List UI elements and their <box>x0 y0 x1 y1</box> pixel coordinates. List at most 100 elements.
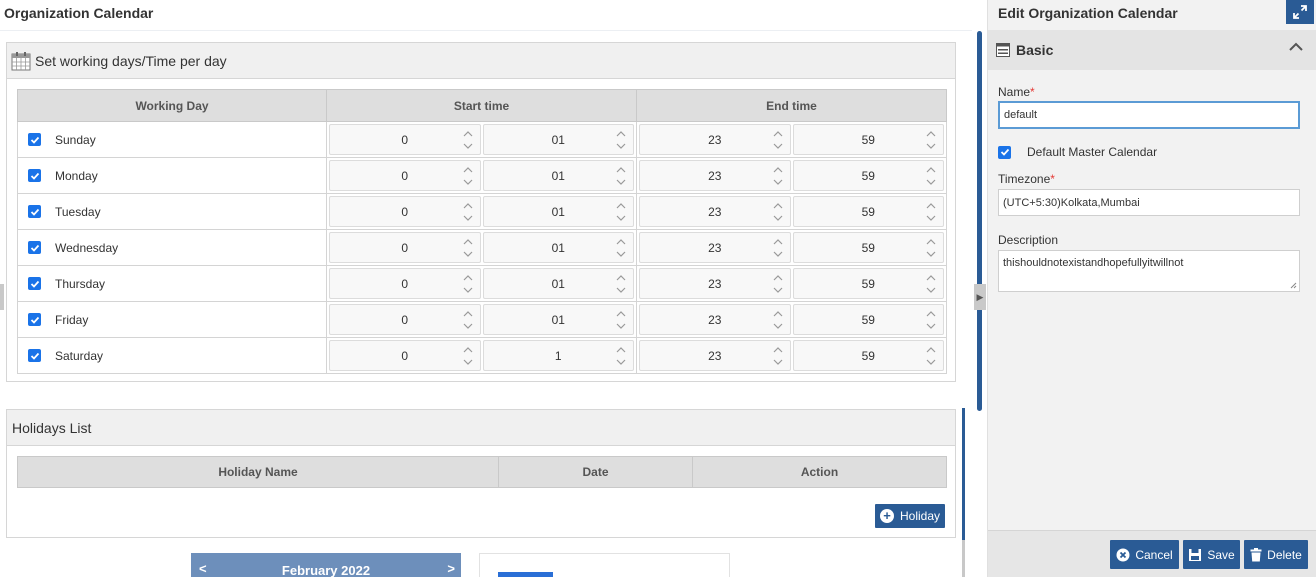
spin-arrows-icon[interactable] <box>925 344 937 368</box>
start-minute-stepper[interactable]: 01 <box>482 124 634 155</box>
spin-arrows-icon[interactable] <box>615 344 627 368</box>
end-hour-stepper[interactable]: 23 <box>639 124 791 155</box>
spin-arrows-icon[interactable] <box>615 308 627 332</box>
working-day-checkbox[interactable] <box>28 277 41 290</box>
save-button[interactable]: Save <box>1183 540 1240 569</box>
start-hour-stepper[interactable]: 0 <box>329 124 481 155</box>
end-minute-stepper[interactable]: 59 <box>792 160 944 191</box>
resize-grip-icon[interactable] <box>1290 282 1297 289</box>
spin-arrows-icon[interactable] <box>615 200 627 224</box>
holidays-title: Holidays List <box>12 419 92 436</box>
start-hour-value: 0 <box>401 132 409 147</box>
default-master-checkbox[interactable] <box>998 145 1011 159</box>
spin-arrows-icon[interactable] <box>772 344 784 368</box>
start-minute-value: 01 <box>551 312 565 327</box>
end-hour-stepper[interactable]: 23 <box>639 232 791 263</box>
day-cell: Tuesday <box>17 193 327 230</box>
end-minute-stepper[interactable]: 59 <box>792 340 944 371</box>
spin-arrows-icon[interactable] <box>462 308 474 332</box>
checkmark-icon <box>30 244 39 252</box>
working-days-panel: Set working days/Time per day Working Da… <box>6 42 956 382</box>
timezone-select[interactable]: (UTC+5:30)Kolkata,Mumbai <box>998 189 1300 216</box>
start-minute-stepper[interactable]: 01 <box>482 268 634 299</box>
spin-arrows-icon[interactable] <box>772 272 784 296</box>
end-hour-stepper[interactable]: 23 <box>639 304 791 335</box>
start-minute-stepper[interactable]: 1 <box>482 340 634 371</box>
spin-arrows-icon[interactable] <box>925 236 937 260</box>
end-hour-value: 23 <box>708 312 722 327</box>
end-minute-stepper[interactable]: 59 <box>792 124 944 155</box>
spin-arrows-icon[interactable] <box>925 128 937 152</box>
end-minute-stepper[interactable]: 59 <box>792 304 944 335</box>
start-minute-stepper[interactable]: 01 <box>482 232 634 263</box>
cancel-button[interactable]: Cancel <box>1110 540 1179 569</box>
spin-arrows-icon[interactable] <box>462 164 474 188</box>
default-master-row: Default Master Calendar <box>998 145 1157 159</box>
day-label: Saturday <box>55 348 104 363</box>
spin-arrows-icon[interactable] <box>615 164 627 188</box>
working-day-checkbox[interactable] <box>28 313 41 326</box>
end-minute-stepper[interactable]: 59 <box>792 232 944 263</box>
end-hour-stepper[interactable]: 23 <box>639 160 791 191</box>
calendar-prev-button[interactable]: < <box>199 561 207 576</box>
start-hour-value: 0 <box>401 240 409 255</box>
spin-arrows-icon[interactable] <box>772 128 784 152</box>
spin-arrows-icon[interactable] <box>615 272 627 296</box>
add-holiday-button[interactable]: + Holiday <box>875 504 945 528</box>
main-scrollbar[interactable] <box>977 31 982 411</box>
end-minute-stepper[interactable]: 59 <box>792 196 944 227</box>
start-minute-stepper[interactable]: 01 <box>482 304 634 335</box>
expand-button[interactable] <box>1286 0 1314 24</box>
collapse-side-panel-handle[interactable]: ▶ <box>974 284 986 310</box>
spin-arrows-icon[interactable] <box>462 272 474 296</box>
spin-arrows-icon[interactable] <box>615 236 627 260</box>
end-hour-stepper[interactable]: 23 <box>639 340 791 371</box>
spin-arrows-icon[interactable] <box>462 200 474 224</box>
start-minute-stepper[interactable]: 01 <box>482 160 634 191</box>
column-header-end-time: End time <box>636 89 947 122</box>
spin-arrows-icon[interactable] <box>772 200 784 224</box>
checkmark-icon <box>30 316 39 324</box>
holidays-header: Holidays List <box>7 410 955 446</box>
start-hour-stepper[interactable]: 0 <box>329 232 481 263</box>
spin-arrows-icon[interactable] <box>772 236 784 260</box>
end-hour-stepper[interactable]: 23 <box>639 268 791 299</box>
spin-arrows-icon[interactable] <box>462 236 474 260</box>
name-input[interactable]: default <box>998 101 1300 129</box>
spin-arrows-icon[interactable] <box>925 164 937 188</box>
end-hour-stepper[interactable]: 23 <box>639 196 791 227</box>
end-time-cell: 23 59 <box>636 337 947 374</box>
working-day-checkbox[interactable] <box>28 241 41 254</box>
table-row: Thursday 0 01 23 59 <box>17 265 947 302</box>
left-panel-handle[interactable] <box>0 284 4 310</box>
basic-section-header[interactable]: Basic <box>988 30 1316 70</box>
start-hour-stepper[interactable]: 0 <box>329 160 481 191</box>
spin-arrows-icon[interactable] <box>772 308 784 332</box>
working-day-checkbox[interactable] <box>28 169 41 182</box>
spin-arrows-icon[interactable] <box>462 344 474 368</box>
start-time-inputs: 0 01 <box>329 160 634 191</box>
start-hour-stepper[interactable]: 0 <box>329 196 481 227</box>
spin-arrows-icon[interactable] <box>925 200 937 224</box>
start-minute-stepper[interactable]: 01 <box>482 196 634 227</box>
spin-arrows-icon[interactable] <box>615 128 627 152</box>
calendar-next-button[interactable]: > <box>447 561 455 576</box>
description-textarea[interactable]: thishouldnotexistandhopefullyitwillnot <box>998 250 1300 292</box>
working-day-checkbox[interactable] <box>28 349 41 362</box>
working-day-checkbox[interactable] <box>28 133 41 146</box>
start-hour-stepper[interactable]: 0 <box>329 268 481 299</box>
start-time-inputs: 0 01 <box>329 268 634 299</box>
start-hour-stepper[interactable]: 0 <box>329 340 481 371</box>
inner-scrollbar[interactable] <box>962 408 965 540</box>
spin-arrows-icon[interactable] <box>925 308 937 332</box>
spin-arrows-icon[interactable] <box>772 164 784 188</box>
end-minute-stepper[interactable]: 59 <box>792 268 944 299</box>
spin-arrows-icon[interactable] <box>462 128 474 152</box>
working-day-checkbox[interactable] <box>28 205 41 218</box>
start-hour-stepper[interactable]: 0 <box>329 304 481 335</box>
end-hour-value: 23 <box>708 348 722 363</box>
table-row: Monday 0 01 23 59 <box>17 157 947 194</box>
spin-arrows-icon[interactable] <box>925 272 937 296</box>
delete-button[interactable]: Delete <box>1244 540 1308 569</box>
checkmark-icon <box>30 136 39 144</box>
